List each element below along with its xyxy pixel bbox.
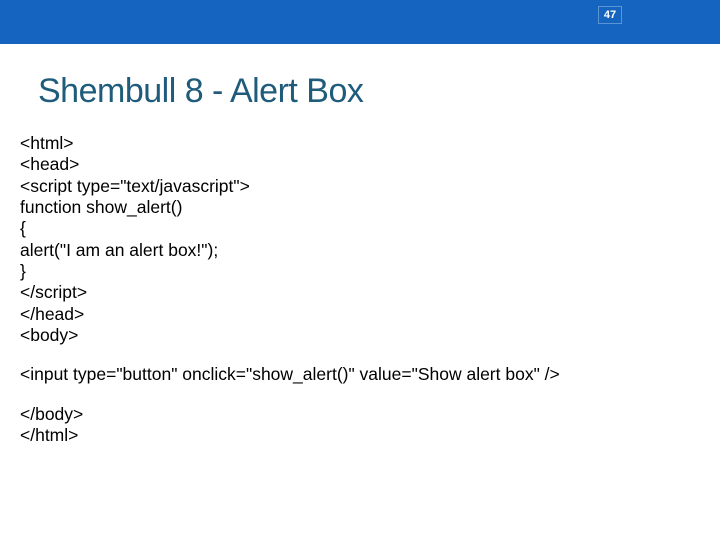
code-line: <html> xyxy=(20,133,700,154)
code-line: <input type="button" onclick="show_alert… xyxy=(20,364,700,385)
slide-title: Shembull 8 - Alert Box xyxy=(38,72,700,111)
code-line: <script type="text/javascript"> xyxy=(20,176,700,197)
code-line: </head> xyxy=(20,304,700,325)
code-line: </script> xyxy=(20,282,700,303)
code-line: { xyxy=(20,218,700,239)
code-line: <body> xyxy=(20,325,700,346)
code-line: </body> xyxy=(20,404,700,425)
page-number: 47 xyxy=(598,6,622,24)
code-block: <html> <head> <script type="text/javascr… xyxy=(20,133,700,446)
code-line: </html> xyxy=(20,425,700,446)
page-number-text: 47 xyxy=(604,9,616,21)
blank-line xyxy=(20,346,700,364)
slide-header-bar: 47 xyxy=(0,0,720,44)
code-line: function show_alert() xyxy=(20,197,700,218)
code-line: alert("I am an alert box!"); xyxy=(20,240,700,261)
code-line: <head> xyxy=(20,154,700,175)
blank-line xyxy=(20,386,700,404)
code-line: } xyxy=(20,261,700,282)
slide-content: Shembull 8 - Alert Box <html> <head> <sc… xyxy=(0,44,720,446)
